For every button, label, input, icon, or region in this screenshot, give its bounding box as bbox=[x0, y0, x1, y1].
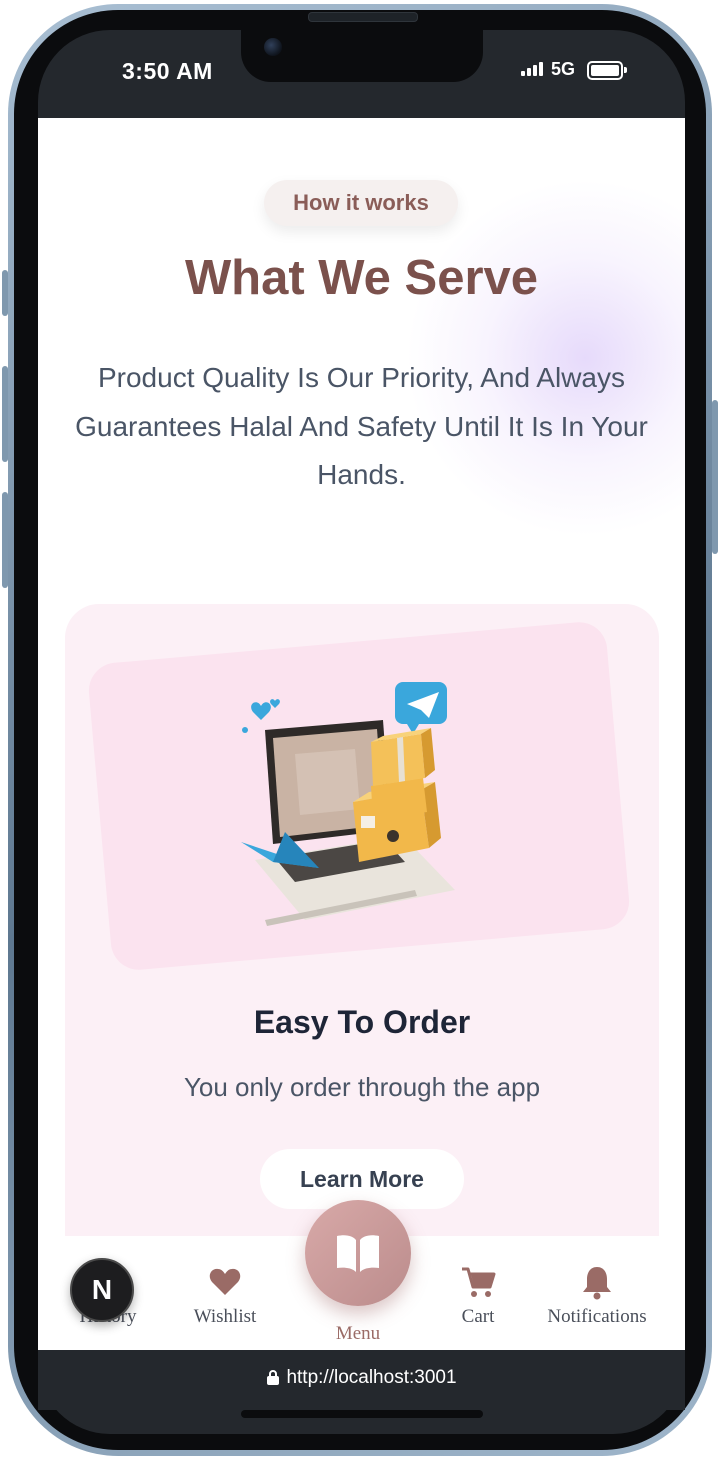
heart-icon bbox=[209, 1268, 241, 1295]
battery-icon bbox=[587, 61, 627, 80]
nav-item-cart[interactable]: Cart bbox=[418, 1264, 538, 1328]
status-time: 3:50 AM bbox=[122, 58, 213, 84]
nav-item-notifications[interactable]: Notifications bbox=[532, 1264, 662, 1328]
menu-button[interactable] bbox=[305, 1200, 411, 1306]
laptop-boxes-illustration bbox=[241, 682, 455, 926]
cart-icon bbox=[462, 1267, 496, 1297]
page-content[interactable]: How it works What We Serve Product Quali… bbox=[38, 118, 685, 1350]
bell-icon bbox=[583, 1267, 611, 1300]
mute-switch bbox=[2, 270, 8, 316]
url-text: http://localhost:3001 bbox=[286, 1367, 457, 1388]
volume-up-button bbox=[2, 366, 8, 462]
book-icon bbox=[337, 1235, 379, 1272]
card-title: Easy To Order bbox=[253, 1004, 471, 1040]
camera-icon bbox=[264, 38, 282, 56]
signal-icon bbox=[521, 62, 543, 76]
section-subtitle: Product Quality Is Our Priority, And Alw… bbox=[75, 362, 648, 490]
nextjs-dev-badge[interactable]: N bbox=[70, 1258, 134, 1322]
nav-label-cart: Cart bbox=[461, 1306, 495, 1327]
volume-down-button bbox=[2, 492, 8, 588]
nav-item-wishlist[interactable]: Wishlist bbox=[165, 1264, 285, 1328]
card-description: You only order through the app bbox=[183, 1072, 541, 1102]
browser-url-bar[interactable]: http://localhost:3001 bbox=[38, 1350, 685, 1410]
nav-label-menu: Menu bbox=[335, 1323, 381, 1344]
home-indicator bbox=[241, 1410, 483, 1418]
notch bbox=[241, 28, 483, 82]
power-button bbox=[712, 400, 718, 554]
speaker bbox=[308, 12, 418, 22]
lock-icon bbox=[267, 1370, 280, 1385]
url-display: http://localhost:3001 bbox=[38, 1367, 685, 1389]
section-badge: How it works bbox=[264, 180, 458, 226]
network-label: 5G bbox=[551, 59, 576, 79]
section-title: What We Serve bbox=[184, 251, 539, 305]
nav-label-wishlist: Wishlist bbox=[193, 1306, 257, 1327]
feature-card: Easy To Order You only order through the… bbox=[65, 604, 659, 1304]
nav-label-notifications: Notifications bbox=[547, 1306, 647, 1327]
